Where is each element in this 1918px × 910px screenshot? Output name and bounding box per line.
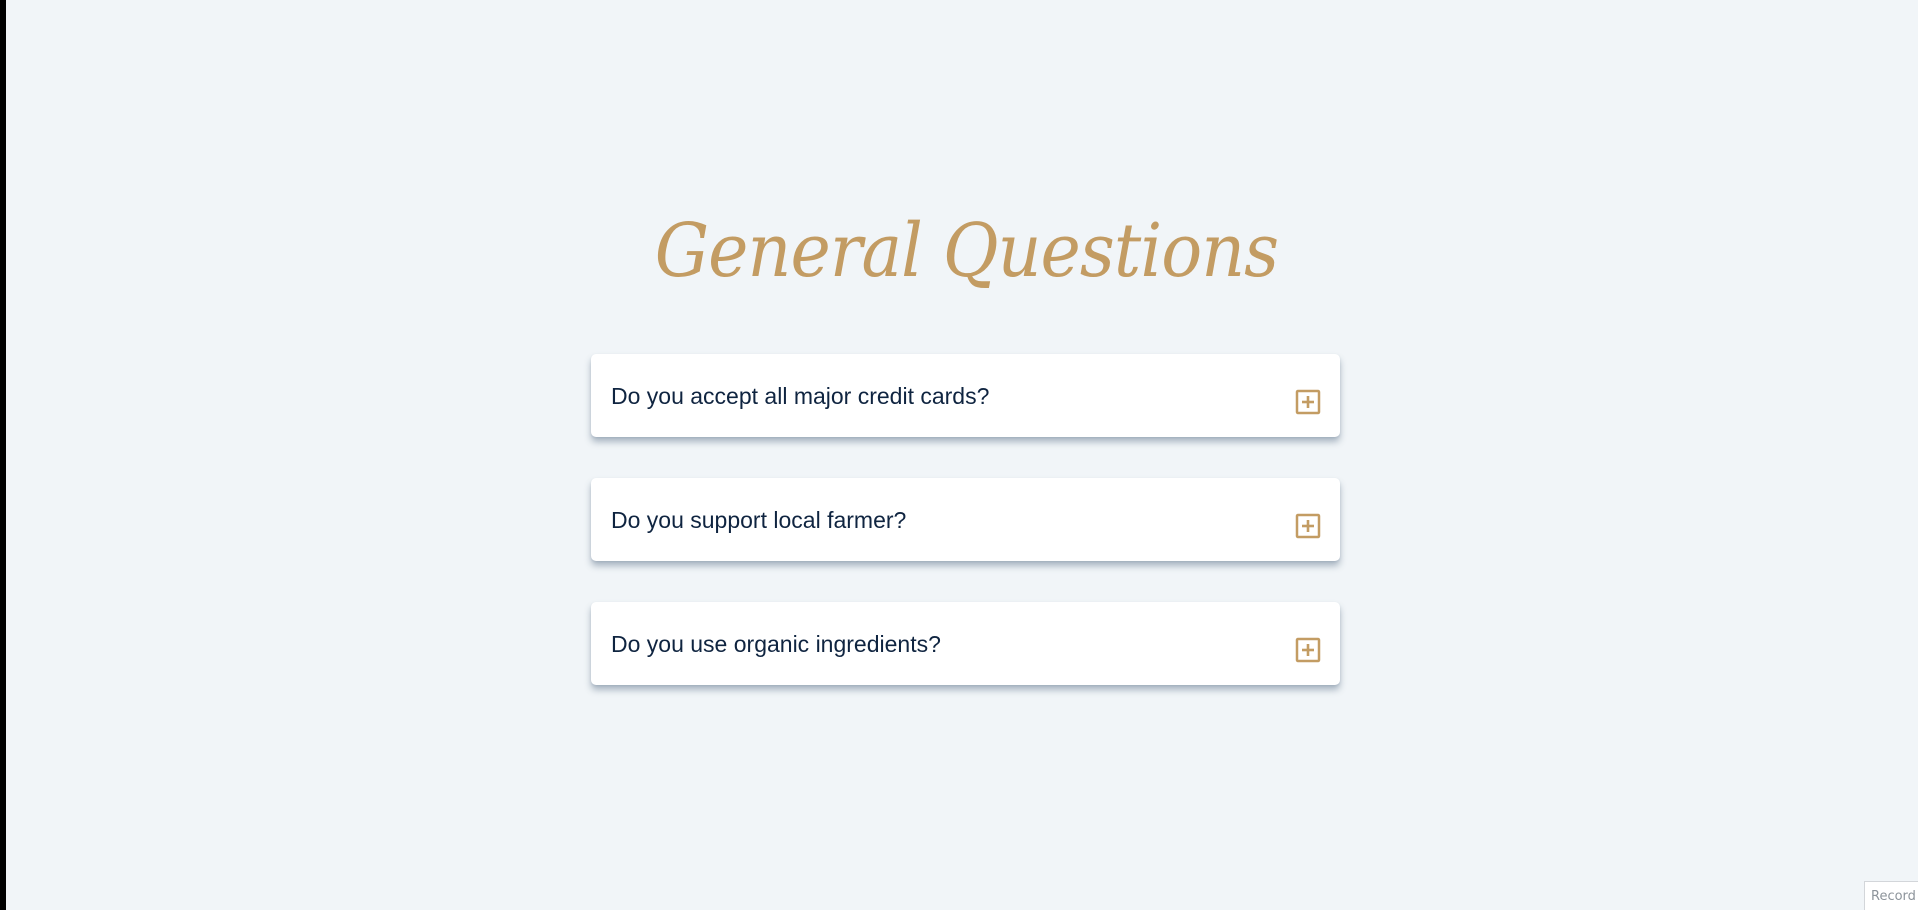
faq-question: Do you accept all major credit cards? [611, 383, 990, 409]
faq-item-local-farmer[interactable]: Do you support local farmer? [591, 478, 1340, 561]
faq-section: General Questions Do you accept all majo… [0, 0, 1918, 910]
faq-item-organic-ingredients[interactable]: Do you use organic ingredients? [591, 602, 1340, 685]
plus-square-icon[interactable] [1295, 637, 1321, 663]
plus-square-icon[interactable] [1295, 513, 1321, 539]
faq-list: Do you accept all major credit cards? Do… [591, 354, 1340, 726]
faq-question: Do you support local farmer? [611, 507, 907, 533]
plus-square-icon[interactable] [1295, 389, 1321, 415]
page-title: General Questions [654, 208, 1279, 294]
faq-question: Do you use organic ingredients? [611, 631, 941, 657]
record-button[interactable]: Record [1864, 881, 1918, 910]
faq-item-credit-cards[interactable]: Do you accept all major credit cards? [591, 354, 1340, 437]
